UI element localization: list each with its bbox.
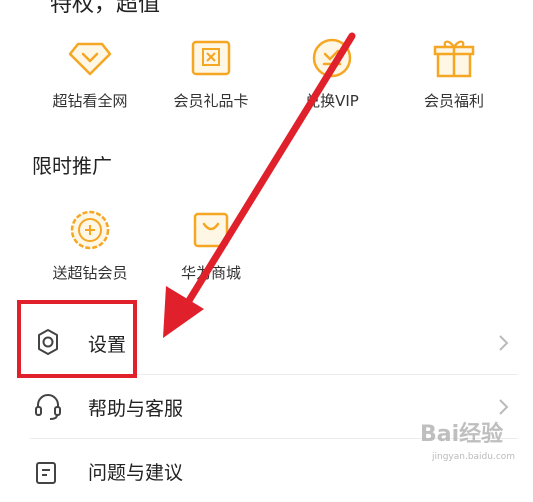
promo-item-huawei-mall[interactable]: 华为商城 bbox=[151, 208, 271, 283]
benefit-label: 超钻看全网 bbox=[52, 92, 128, 110]
benefit-item-member-welfare[interactable]: 会员福利 bbox=[394, 36, 514, 111]
benefit-item-exchange-vip[interactable]: 兑换VIP bbox=[272, 36, 392, 111]
promo-label: 送超钻会员 bbox=[52, 264, 128, 282]
benefit-label: 会员福利 bbox=[423, 92, 484, 110]
partial-header-text: 特权，超值 bbox=[50, 0, 161, 17]
menu-label: 帮助与客服 bbox=[88, 398, 184, 420]
benefit-item-super-diamond[interactable]: 超钻看全网 bbox=[30, 36, 150, 111]
diamond-heart-icon bbox=[68, 42, 112, 76]
benefit-label: 会员礼品卡 bbox=[173, 92, 249, 110]
benefit-item-gift-card[interactable]: 会员礼品卡 bbox=[151, 36, 271, 111]
watermark-url: jingyan.baidu.com bbox=[432, 452, 516, 462]
watermark-logo: Bai经验 bbox=[420, 422, 504, 447]
menu-row-feedback[interactable]: 问题与建议 bbox=[0, 440, 533, 502]
award-badge-icon bbox=[70, 210, 110, 250]
shopping-bag-icon bbox=[193, 212, 229, 248]
chevron-right-icon bbox=[499, 335, 509, 351]
gift-card-icon bbox=[191, 40, 231, 76]
gift-box-icon bbox=[433, 40, 475, 78]
promo-section-title: 限时推广 bbox=[32, 154, 112, 178]
exchange-coin-icon bbox=[312, 38, 352, 78]
promo-item-gift-diamond[interactable]: 送超钻会员 bbox=[30, 208, 150, 283]
benefit-label: 兑换VIP bbox=[305, 92, 359, 110]
menu-label: 问题与建议 bbox=[88, 462, 184, 484]
chevron-right-icon bbox=[499, 399, 509, 415]
headset-icon bbox=[35, 394, 61, 420]
edit-note-icon bbox=[36, 462, 56, 484]
promo-label: 华为商城 bbox=[180, 264, 241, 282]
settings-highlight-box bbox=[17, 300, 137, 378]
